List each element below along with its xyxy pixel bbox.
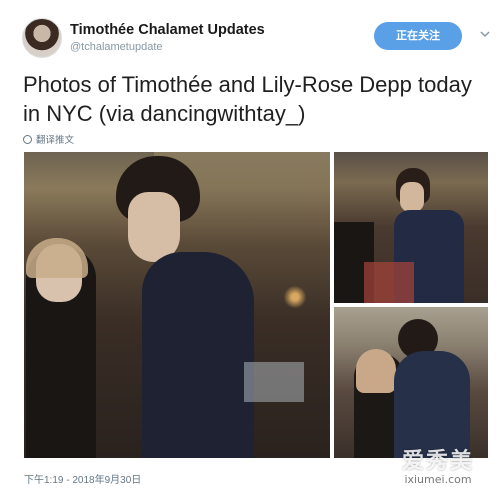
avatar[interactable]	[22, 18, 62, 58]
photo-grid	[24, 152, 488, 458]
following-button[interactable]: 正在关注	[374, 22, 462, 50]
top-right-photo[interactable]	[334, 152, 488, 303]
translate-tweet-link[interactable]: 翻译推文	[23, 132, 74, 146]
account-handle[interactable]: @tchalametupdate	[70, 41, 163, 53]
chevron-down-icon[interactable]	[480, 30, 490, 40]
watermark-title: 爱秀美	[401, 449, 474, 474]
bottom-right-photo[interactable]	[334, 307, 488, 458]
watermark-url: ixiumei.com	[404, 473, 472, 486]
translate-label: 翻译推文	[36, 135, 75, 146]
tweet-timestamp[interactable]: 下午1:19 - 2018年9月30日	[24, 471, 141, 486]
watermark: 爱秀美 ixiumei.com	[378, 450, 498, 488]
main-photo[interactable]	[24, 152, 330, 458]
globe-icon	[23, 134, 32, 144]
tweet-header: Timothée Chalamet Updates @tchalametupda…	[22, 18, 490, 60]
tweet-text: Photos of Timothée and Lily-Rose Depp to…	[23, 72, 472, 126]
account-name[interactable]: Timothée Chalamet Updates	[70, 22, 265, 38]
